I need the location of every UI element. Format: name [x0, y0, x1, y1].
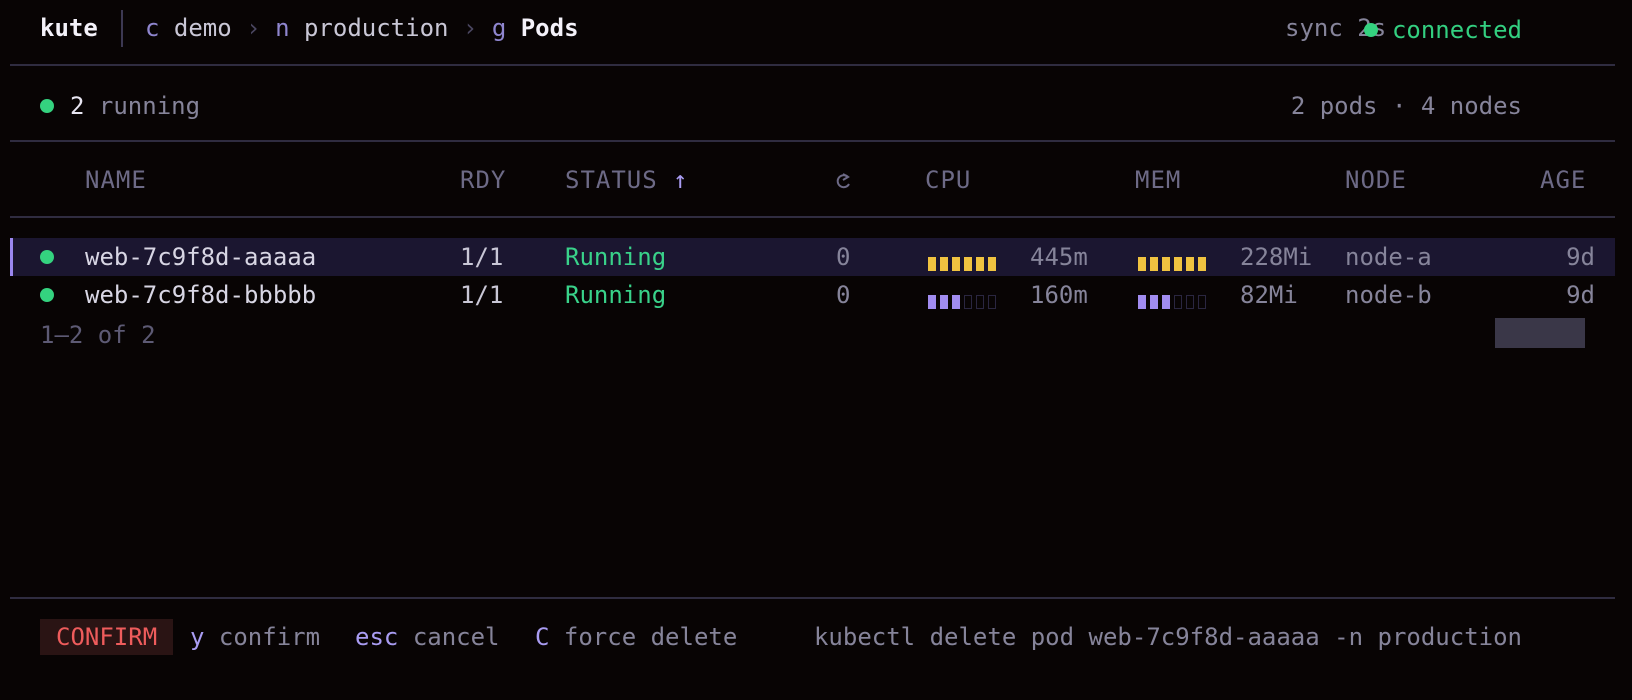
- pending-command: kubectl delete pod web-7c9f8d-aaaaa -n p…: [813, 623, 1522, 651]
- pod-cpu: 160m: [1030, 281, 1088, 309]
- connected-dot-icon: [1363, 23, 1378, 37]
- breadcrumb-separator: ›: [462, 14, 478, 42]
- cpu-meter: [928, 257, 996, 271]
- hint-key: C: [535, 623, 550, 651]
- confirm-mode-badge: CONFIRM: [40, 619, 174, 655]
- pagination-status: 1–2 of 2: [40, 321, 156, 349]
- divider: [10, 216, 1615, 218]
- column-header-status-label: STATUS: [565, 166, 658, 194]
- column-header-cpu[interactable]: CPU: [925, 168, 971, 192]
- pod-node: node-b: [1345, 281, 1432, 309]
- restarts-icon[interactable]: [834, 168, 854, 193]
- selection-indicator: [10, 238, 13, 276]
- column-header-age[interactable]: AGE: [1540, 168, 1586, 192]
- app-brand: kute: [40, 14, 98, 42]
- table-row[interactable]: web-7c9f8d-bbbbb 1/1 Running 0 160m 82Mi node-…: [10, 276, 1615, 314]
- sort-ascending-icon: ↑: [673, 166, 689, 194]
- hint-confirm[interactable]: y confirm: [190, 625, 320, 649]
- breadcrumb-resource[interactable]: Pods: [521, 16, 579, 40]
- hint-desc: cancel: [412, 623, 500, 651]
- column-header-ready[interactable]: RDY: [460, 168, 506, 192]
- column-header-status[interactable]: STATUS ↑: [565, 168, 689, 192]
- breadcrumb-separator: ›: [246, 14, 261, 42]
- pod-ready: 1/1: [460, 281, 504, 309]
- pod-name: web-7c9f8d-bbbbb: [85, 281, 317, 309]
- pod-restarts: 0: [836, 281, 851, 309]
- divider: [10, 64, 1615, 66]
- pod-status-dot-icon: [40, 250, 54, 264]
- breadcrumb-resource-key: g: [491, 14, 507, 42]
- connection-label: connected: [1391, 16, 1522, 44]
- breadcrumb-context-key: c: [145, 14, 160, 42]
- column-header-node[interactable]: NODE: [1345, 168, 1407, 192]
- hint-key: y: [190, 623, 205, 651]
- hint-force-delete[interactable]: C force delete: [535, 625, 737, 649]
- divider: [10, 140, 1615, 142]
- pod-age: 9d: [1566, 281, 1595, 309]
- pod-status: Running: [565, 281, 667, 309]
- breadcrumb: c demo › n production › g Pods: [145, 16, 579, 40]
- connection-status: connected: [1363, 16, 1522, 44]
- pod-status-dot-icon: [40, 288, 54, 302]
- pod-node: node-a: [1345, 243, 1432, 271]
- pod-status: Running: [565, 243, 667, 271]
- divider: [10, 597, 1615, 599]
- running-label: running: [98, 92, 201, 120]
- column-header-name[interactable]: NAME: [85, 168, 147, 192]
- running-count: 2: [70, 92, 85, 120]
- mem-meter: [1138, 295, 1206, 309]
- pod-mem: 82Mi: [1240, 281, 1298, 309]
- breadcrumb-namespace[interactable]: production: [304, 16, 449, 40]
- pod-age: 9d: [1566, 243, 1595, 271]
- top-bar: kute c demo › n production › g Pods sync…: [0, 0, 1632, 58]
- pod-cpu: 445m: [1030, 243, 1088, 271]
- mem-meter: [1138, 257, 1206, 271]
- breadcrumb-namespace-key: n: [275, 14, 290, 42]
- header-divider: [121, 10, 123, 47]
- table-row[interactable]: web-7c9f8d-aaaaa 1/1 Running 0 445m 228Mi node…: [10, 238, 1615, 276]
- hint-desc: confirm: [218, 623, 321, 651]
- breadcrumb-context[interactable]: demo: [174, 16, 232, 40]
- pod-mem: 228Mi: [1240, 243, 1313, 271]
- running-dot-icon: [40, 99, 54, 113]
- resource-totals: 2 pods · 4 nodes: [1290, 92, 1522, 120]
- running-summary: 2 running: [40, 92, 200, 120]
- pod-name: web-7c9f8d-aaaaa: [85, 243, 317, 271]
- scroll-indicator: [1495, 318, 1585, 348]
- hint-desc: force delete: [563, 623, 738, 651]
- cpu-meter: [928, 295, 996, 309]
- column-header-mem[interactable]: MEM: [1135, 168, 1181, 192]
- hint-cancel[interactable]: esc cancel: [355, 625, 500, 649]
- pod-ready: 1/1: [460, 243, 504, 271]
- pod-restarts: 0: [836, 243, 851, 271]
- hint-key: esc: [355, 623, 399, 651]
